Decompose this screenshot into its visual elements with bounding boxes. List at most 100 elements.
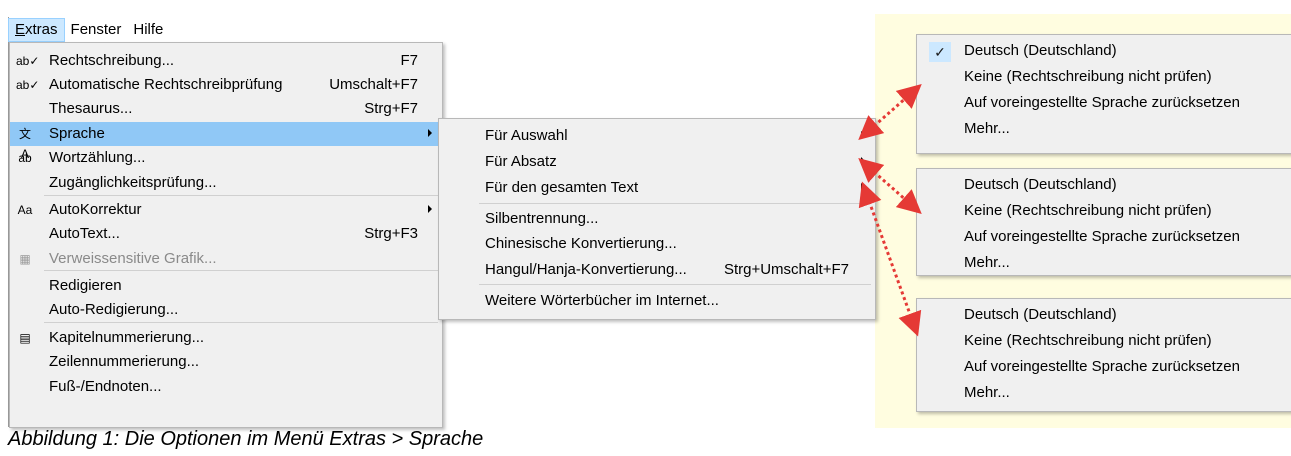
menu-item-zeilennummerierung-label: Zeilennummerierung... [49,353,200,370]
lang-option-zuruecksetzen[interactable]: Auf voreingestellte Sprache zurücksetzen [917,225,1291,249]
lang-option-zuruecksetzen-label: Auf voreingestellte Sprache zurücksetzen [964,358,1240,375]
language-submenu-selection: ✓ Deutsch (Deutschland) Keine (Rechtschrei… [916,34,1291,154]
menubar-fenster[interactable]: Fenster [65,18,128,42]
spellcheck-icon: ab✓ [16,54,40,68]
menu-item-verweissensitive-grafik[interactable]: ▦ Verweissensitive Grafik... [10,247,442,271]
menu-item-zugänglichkeitsprüfung[interactable]: Zugänglichkeitsprüfung... [10,171,442,195]
lang-option-keine[interactable]: Keine (Rechtschreibung nicht prüfen) [917,199,1291,223]
menu-item-automatische-rechtschreibprüfung[interactable]: ab✓ Automatische Rechtschreibprüfung Umsch… [10,73,442,97]
menu-separator [44,270,438,271]
submenu-item-für-auswahl[interactable]: Für Auswahl [439,124,875,148]
figure-caption: Abbildung 1: Die Optionen im Menü Extras… [8,428,484,450]
menu-item-sprache[interactable]: 文A Sprache [10,122,442,161]
lang-option-deutsch[interactable]: Deutsch (Deutschland) [917,303,1291,327]
submenu-item-für-den-gesamten-text-label: Für den gesamten Text [485,179,639,196]
submenu-item-für-den-gesamten-text[interactable]: Für den gesamten Text [439,176,875,200]
sprache-submenu: Für Auswahl Für Absatz Für den gesamten Te… [438,118,876,320]
submenu-arrow-icon [428,129,432,137]
submenu-item-weitere-wörterbücher-im-internet[interactable]: Weitere Wörterbücher im Internet... [439,289,875,313]
chapter-numbering-icon: ▤ [19,331,31,345]
lang-option-mehr-label: Mehr... [964,384,1010,401]
lang-option-mehr-label: Mehr... [964,120,1010,137]
menu-item-fuß-endnoten-label: Fuß-/Endnoten... [49,378,162,395]
image-map-icon: ▦ [19,252,31,266]
arrow-absatz [858,158,922,214]
menu-item-autokorrektur[interactable]: Aa AutoKorrektur [10,198,442,222]
lang-option-mehr-label: Mehr... [964,254,1010,271]
menubar-hilfe-label: Hilfe [133,21,164,38]
menu-item-zugänglichkeitsprüfung-label: Zugänglichkeitsprüfung... [49,174,217,191]
lang-option-keine-label: Keine (Rechtschreibung nicht prüfen) [964,202,1212,219]
menu-item-thesaurus[interactable]: Thesaurus... Strg+F7 [10,97,442,121]
menu-item-automatische-rechtschreibprüfung-label: Automatische Rechtschreibprüfung [49,76,283,93]
menu-separator [479,203,871,204]
submenu-item-silbentrennung[interactable]: Silbentrennung... [439,207,875,231]
lang-option-zuruecksetzen[interactable]: Auf voreingestellte Sprache zurücksetzen [917,91,1291,115]
menu-item-autotext[interactable]: AutoText... Strg+F3 [10,222,442,246]
auto-spellcheck-icon: ab✓ [16,78,40,92]
submenu-item-hangul-hanja-konvertierung-shortcut: Strg+Umschalt+F7 [723,261,849,278]
menu-item-zeilennummerierung[interactable]: Zeilennummerierung... [10,350,442,374]
menu-item-rechtschreibung[interactable]: ab✓ Rechtschreibung... F7 [10,49,442,73]
menubar-extras[interactable]: Extras [8,18,65,42]
lang-option-zuruecksetzen-label: Auf voreingestellte Sprache zurücksetzen [964,228,1240,245]
menu-item-autotext-label: AutoText... [49,225,120,242]
lang-option-deutsch-label: Deutsch (Deutschland) [964,306,1117,323]
menu-item-redigieren-label: Redigieren [49,277,122,294]
arrow-auswahl [858,84,922,140]
arrow-gesamter-text [858,181,922,337]
submenu-item-für-absatz[interactable]: Für Absatz [439,150,875,174]
language-submenu-paragraph: Deutsch (Deutschland) Keine (Rechtschreib… [916,168,1291,276]
submenu-item-für-auswahl-label: Für Auswahl [485,127,568,144]
lang-option-zuruecksetzen[interactable]: Auf voreingestellte Sprache zurücksetzen [917,355,1291,379]
menu-item-wortzählung-label: Wortzählung... [49,149,146,166]
menubar-fenster-label: Fenster [70,21,122,38]
menu-separator [44,195,438,196]
lang-option-deutsch-label: Deutsch (Deutschland) [964,176,1117,193]
lang-option-keine[interactable]: Keine (Rechtschreibung nicht prüfen) [917,329,1291,353]
lang-option-keine-label: Keine (Rechtschreibung nicht prüfen) [964,332,1212,349]
submenu-item-für-absatz-label: Für Absatz [485,153,557,170]
lang-option-deutsch[interactable]: Deutsch (Deutschland) [917,173,1291,197]
menu-item-rechtschreibung-label: Rechtschreibung... [49,52,175,69]
menu-bar: Extras Fenster Hilfe [8,18,169,42]
lang-option-zuruecksetzen-label: Auf voreingestellte Sprache zurücksetzen [964,94,1240,111]
submenu-item-silbentrennung-label: Silbentrennung... [485,210,599,227]
menu-item-fuß-endnoten[interactable]: Fuß-/Endnoten... [10,375,442,399]
menu-item-verweissensitive-grafik-label: Verweissensitive Grafik... [49,250,217,267]
submenu-item-hangul-hanja-konvertierung[interactable]: Hangul/Hanja-Konvertierung... Strg+Umscha… [439,258,875,282]
checkmark-icon: ✓ [929,42,951,62]
word-count-icon: ab [18,151,32,165]
submenu-arrow-icon [428,205,432,213]
lang-option-keine[interactable]: Keine (Rechtschreibung nicht prüfen) [917,65,1291,89]
menu-item-auto-redigierung-label: Auto-Redigierung... [49,301,179,318]
menu-item-sprache-label: Sprache [49,125,105,142]
menu-item-wortzählung[interactable]: ab Wortzählung... [10,146,442,170]
menubar-hilfe[interactable]: Hilfe [127,18,169,42]
submenu-item-hangul-hanja-konvertierung-label: Hangul/Hanja-Konvertierung... [485,261,687,278]
submenu-item-weitere-wörterbücher-im-internet-label: Weitere Wörterbücher im Internet... [485,292,719,309]
menu-item-thesaurus-label: Thesaurus... [49,100,133,117]
language-submenu-all-text: Deutsch (Deutschland) Keine (Rechtschreib… [916,298,1291,412]
lang-option-keine-label: Keine (Rechtschreibung nicht prüfen) [964,68,1212,85]
lang-option-deutsch[interactable]: ✓ Deutsch (Deutschland) [917,39,1291,63]
callout-arrows [858,84,922,337]
lang-option-mehr[interactable]: Mehr... [917,381,1291,405]
menu-item-kapitelnummerierung[interactable]: ▤ Kapitelnummerierung... [10,326,442,350]
menu-separator [479,284,871,285]
lang-option-mehr[interactable]: Mehr... [917,251,1291,275]
menu-item-auto-redigierung[interactable]: Auto-Redigierung... [10,298,442,322]
extras-menu: ab✓ Rechtschreibung... F7 ab✓ Automatische R… [9,42,443,428]
autocorrect-icon: Aa [17,203,33,217]
lang-option-deutsch-label: Deutsch (Deutschland) [964,42,1117,59]
menu-item-redigieren[interactable]: Redigieren [10,274,442,298]
menu-item-thesaurus-shortcut: Strg+F7 [364,100,418,117]
menu-item-automatische-rechtschreibprüfung-shortcut: Umschalt+F7 [329,76,418,93]
menu-item-rechtschreibung-shortcut: F7 [400,52,418,69]
lang-option-mehr[interactable]: Mehr... [917,117,1291,141]
menu-item-autotext-shortcut: Strg+F3 [364,225,418,242]
language-icon: 文A [18,127,31,161]
submenu-item-chinesische-konvertierung[interactable]: Chinesische Konvertierung... [439,232,875,256]
menubar-extras-label: Extras [15,21,58,38]
menu-separator [44,322,438,323]
